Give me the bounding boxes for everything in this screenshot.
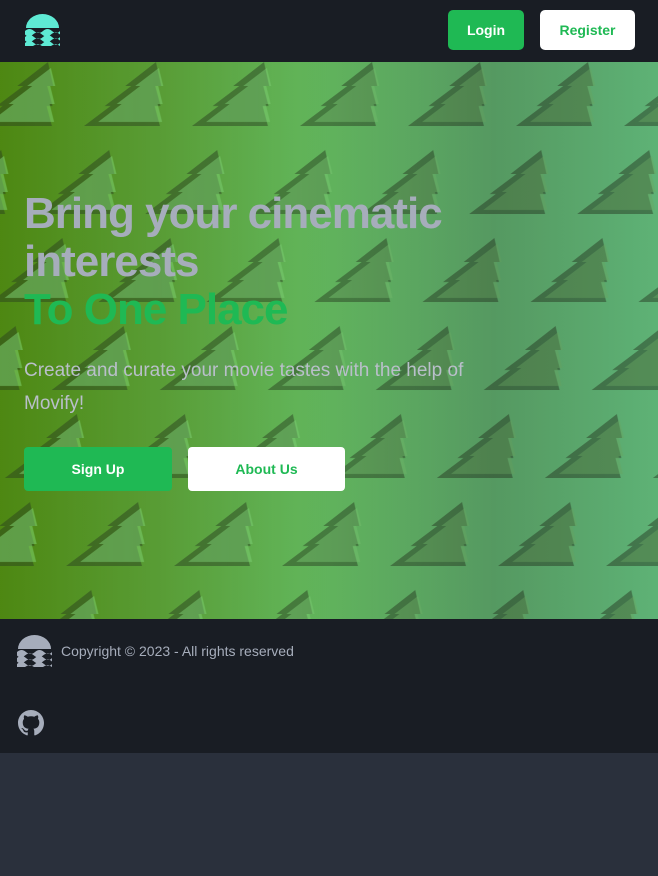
hero-headline: Bring your cinematic interests To One Pl… xyxy=(24,190,544,334)
headline-main: Bring your cinematic interests xyxy=(24,189,443,286)
hero-section: Bring your cinematic interests To One Pl… xyxy=(0,62,658,619)
wave-logo-icon[interactable] xyxy=(24,14,61,46)
login-button[interactable]: Login xyxy=(448,10,524,50)
hero-buttons: Sign Up About Us xyxy=(24,447,424,491)
headline-accent: To One Place xyxy=(24,285,289,334)
register-button[interactable]: Register xyxy=(540,10,635,50)
page-footer: Copyright © 2023 - All rights reserved xyxy=(0,619,658,753)
github-icon[interactable] xyxy=(18,710,44,736)
about-us-button[interactable]: About Us xyxy=(188,447,345,491)
wave-logo-icon xyxy=(17,635,52,667)
hero-subtitle: Create and curate your movie tastes with… xyxy=(24,360,464,414)
copyright-text: Copyright © 2023 - All rights reserved xyxy=(61,643,294,659)
signup-button[interactable]: Sign Up xyxy=(24,447,172,491)
hero-content: Bring your cinematic interests To One Pl… xyxy=(24,190,544,491)
top-navbar: Login Register xyxy=(0,0,658,62)
